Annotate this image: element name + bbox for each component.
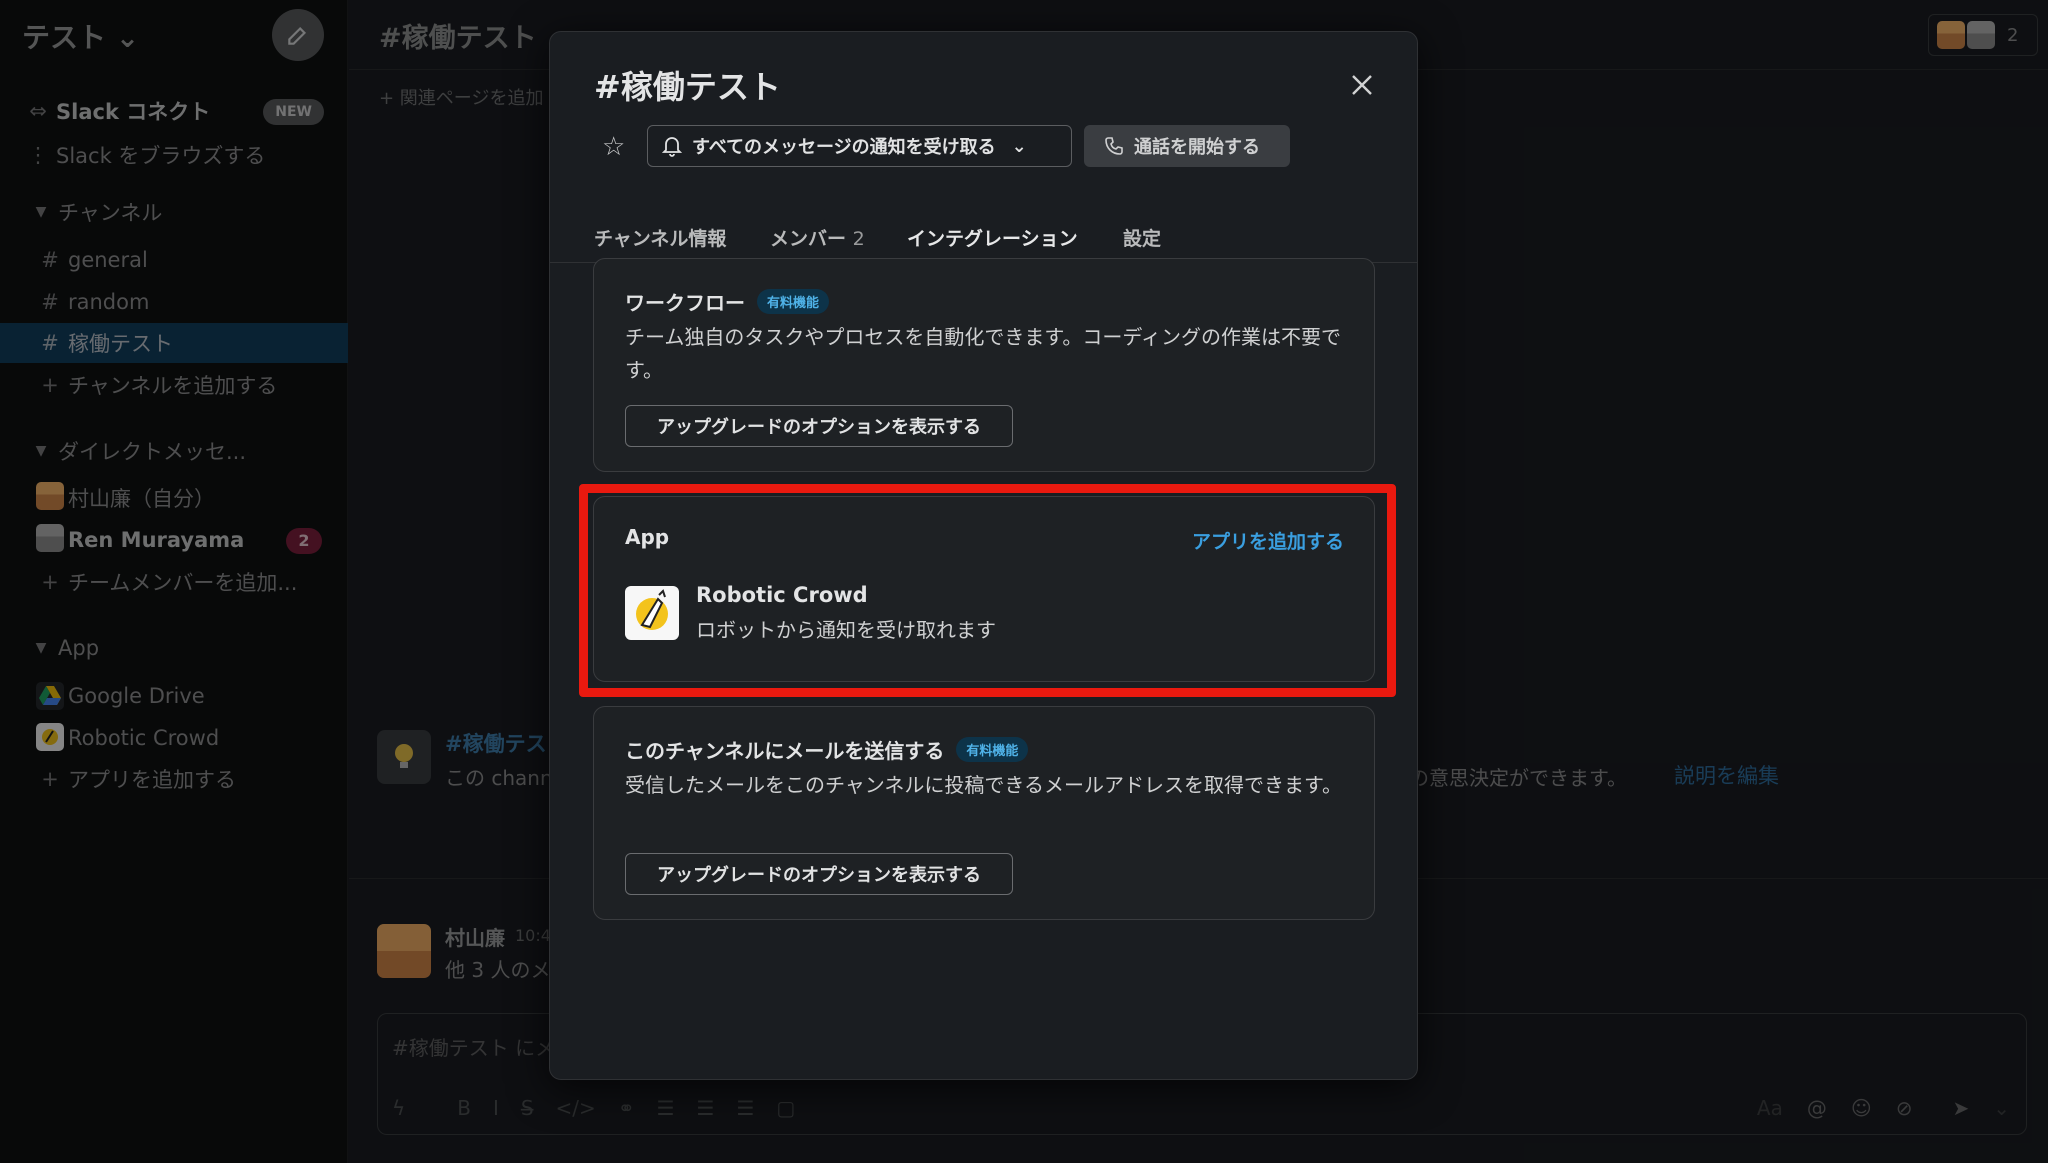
notif-label: すべてのメッセージの通知を受け取る [692, 137, 996, 158]
channel-details-modal: #稼働テスト ☆ すべてのメッセージの通知を受け取る ⌄ 通話を開始する チャン… [549, 31, 1418, 1080]
start-call-button[interactable]: 通話を開始する [1084, 125, 1290, 167]
add-app-link[interactable]: アプリを追加する [1192, 527, 1344, 554]
card-title: ワークフロー 有料機能 [625, 287, 830, 316]
close-button[interactable] [1347, 72, 1377, 102]
member-count: 2 [852, 228, 865, 250]
upgrade-options-button[interactable]: アップグレードのオプションを表示する [625, 853, 1013, 895]
star-icon: ☆ [602, 132, 626, 162]
star-button[interactable]: ☆ [602, 132, 625, 162]
phone-icon [1105, 137, 1123, 155]
bell-icon [662, 137, 682, 157]
chevron-down-icon: ⌄ [1011, 135, 1027, 157]
close-icon [1352, 75, 1372, 95]
upgrade-options-button[interactable]: アップグレードのオプションを表示する [625, 405, 1013, 447]
card-title: App [625, 525, 670, 549]
notification-settings-button[interactable]: すべてのメッセージの通知を受け取る ⌄ [647, 125, 1072, 167]
workflow-card: ワークフロー 有料機能 チーム独自のタスクやプロセスを自動化できます。コーディン… [593, 258, 1375, 472]
workflow-title: ワークフロー [625, 291, 745, 315]
call-label: 通話を開始する [1134, 137, 1260, 158]
app-description: ロボットから通知を受け取れます [696, 618, 996, 642]
modal-title: #稼働テスト [594, 68, 781, 106]
paid-feature-badge: 有料機能 [956, 737, 1029, 762]
paid-feature-badge: 有料機能 [757, 289, 830, 314]
card-description: チーム独自のタスクやプロセスを自動化できます。コーディングの作業は不要です。 [625, 325, 1341, 382]
app-name[interactable]: Robotic Crowd [696, 583, 868, 607]
robotic-crowd-logo-icon [625, 586, 679, 640]
email-card: このチャンネルにメールを送信する 有料機能 受信したメールをこのチャンネルに投稿… [593, 706, 1375, 920]
tab-label: メンバー [770, 228, 847, 250]
modal-tabs: チャンネル情報 メンバー 2 インテグレーション 設定 [550, 192, 1417, 266]
app-card: App アプリを追加する Robotic Crowd ロボットから通知を受け取れ… [593, 496, 1375, 682]
email-title: このチャンネルにメールを送信する [625, 739, 945, 763]
card-description: 受信したメールをこのチャンネルに投稿できるメールアドレスを取得できます。 [625, 773, 1342, 797]
card-title: このチャンネルにメールを送信する 有料機能 [625, 735, 1029, 764]
